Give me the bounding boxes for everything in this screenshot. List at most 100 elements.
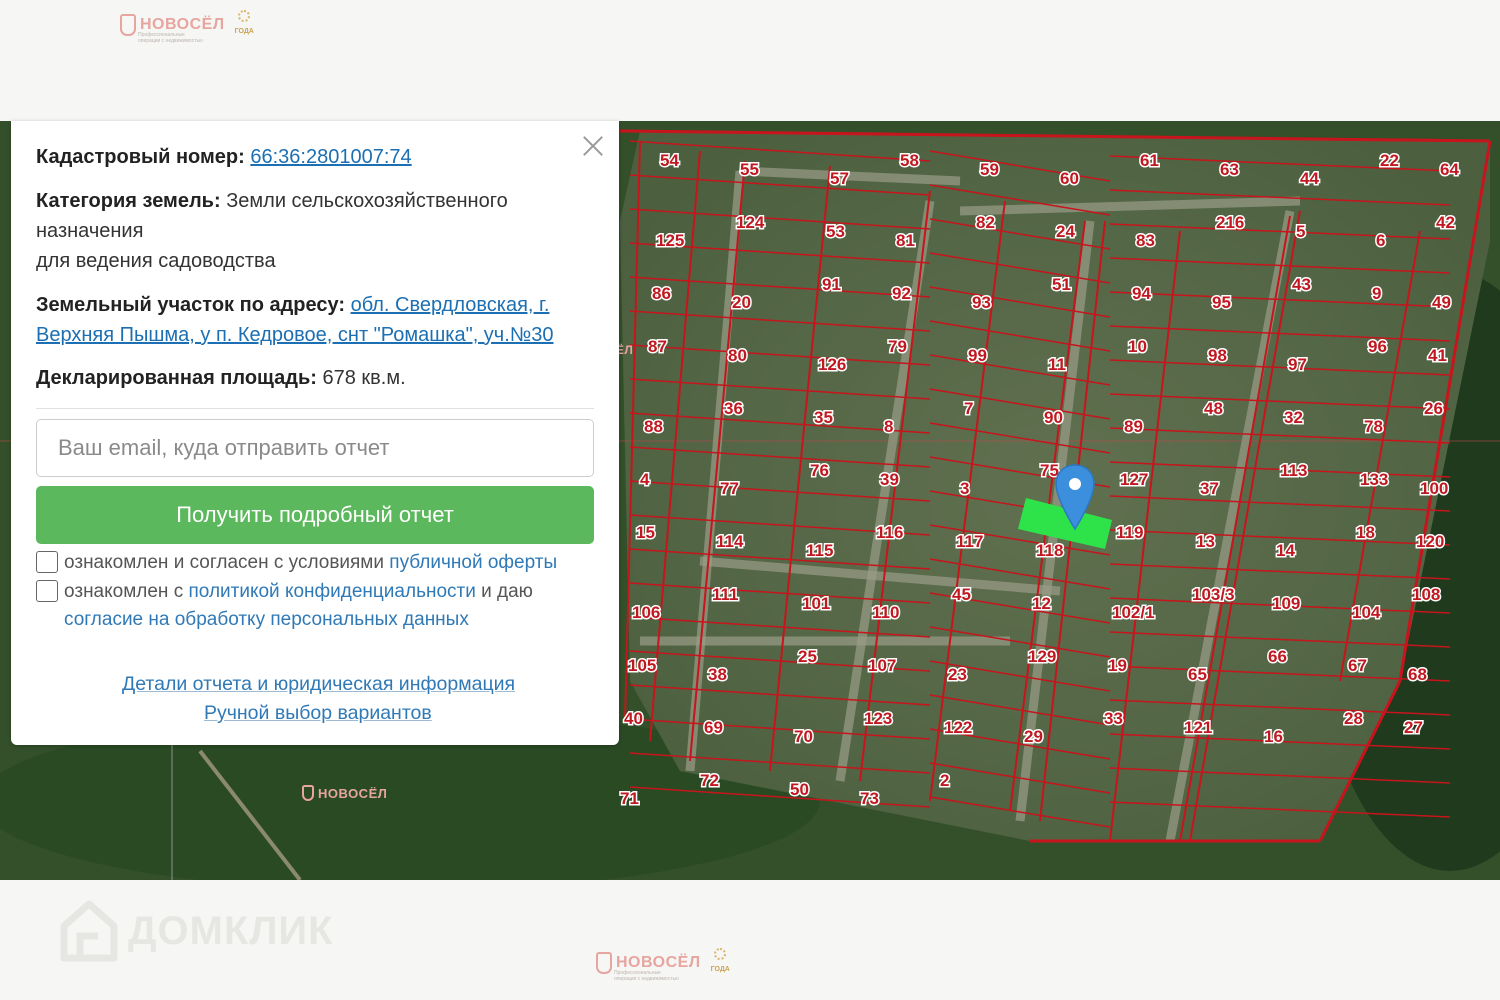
plot-number-label[interactable]: 42 — [1435, 212, 1457, 234]
plot-number-label[interactable]: 69 — [703, 717, 725, 739]
plot-number-label[interactable]: 32 — [1283, 407, 1305, 429]
address-link[interactable]: обл. Свердловская, г. — [351, 294, 550, 316]
plot-number-label[interactable]: 29 — [1023, 726, 1045, 748]
plot-number-label[interactable]: 66 — [1267, 646, 1289, 668]
plot-number-label[interactable]: 67 — [1347, 655, 1369, 677]
plot-number-label[interactable]: 35 — [813, 407, 835, 429]
plot-number-label[interactable]: 117 — [955, 531, 985, 553]
plot-number-label[interactable]: 126 — [817, 354, 848, 376]
plot-number-label[interactable]: 64 — [1439, 159, 1461, 181]
plot-number-label[interactable]: 18 — [1355, 522, 1377, 544]
plot-number-label[interactable]: 41 — [1427, 345, 1449, 367]
plot-number-label[interactable]: 6 — [1375, 230, 1387, 252]
plot-number-label[interactable]: 2 — [939, 770, 951, 792]
plot-number-label[interactable]: 23 — [947, 664, 969, 686]
plot-number-label[interactable]: 65 — [1187, 664, 1209, 686]
privacy-agree-checkbox[interactable] — [36, 580, 58, 602]
plot-number-label[interactable]: 121 — [1183, 717, 1214, 739]
plot-number-label[interactable]: 88 — [643, 416, 665, 438]
plot-number-label[interactable]: 39 — [879, 469, 901, 491]
plot-number-label[interactable]: 63 — [1219, 159, 1241, 181]
plot-number-label[interactable]: 82 — [975, 212, 997, 234]
plot-number-label[interactable]: 60 — [1059, 168, 1081, 190]
plot-number-label[interactable]: 33 — [1103, 708, 1125, 730]
plot-number-label[interactable]: 3 — [959, 478, 971, 500]
plot-number-label[interactable]: 113 — [1279, 460, 1309, 482]
plot-number-label[interactable]: 124 — [735, 212, 767, 234]
plot-number-label[interactable]: 70 — [793, 726, 815, 748]
plot-number-label[interactable]: 49 — [1431, 292, 1453, 314]
personal-data-consent-link[interactable]: согласие на обработку персональных данны… — [64, 609, 469, 630]
plot-number-label[interactable]: 102/1 — [1111, 602, 1157, 624]
plot-number-label[interactable]: 89 — [1123, 416, 1145, 438]
plot-number-label[interactable]: 38 — [707, 664, 729, 686]
plot-number-label[interactable]: 129 — [1027, 646, 1058, 668]
plot-number-label[interactable]: 55 — [739, 159, 761, 181]
plot-number-label[interactable]: 216 — [1215, 212, 1246, 234]
plot-number-label[interactable]: 95 — [1211, 292, 1233, 314]
cadastral-number-link[interactable]: 66:36:2801007:74 — [250, 146, 411, 168]
privacy-policy-link[interactable]: политикой конфиденциальности — [189, 581, 476, 602]
plot-number-label[interactable]: 24 — [1055, 221, 1077, 243]
plot-number-label[interactable]: 111 — [711, 584, 741, 606]
plot-number-label[interactable]: 81 — [895, 230, 917, 252]
plot-number-label[interactable]: 127 — [1119, 469, 1150, 491]
plot-number-label[interactable]: 93 — [971, 292, 993, 314]
plot-number-label[interactable]: 4 — [639, 469, 652, 491]
plot-number-label[interactable]: 43 — [1291, 274, 1313, 296]
plot-number-label[interactable]: 119 — [1115, 522, 1145, 544]
plot-number-label[interactable]: 10 — [1127, 336, 1149, 358]
plot-number-label[interactable]: 79 — [887, 336, 909, 358]
plot-number-label[interactable]: 37 — [1199, 478, 1221, 500]
plot-number-label[interactable]: 97 — [1287, 354, 1309, 376]
report-details-link[interactable]: Детали отчета и юридическая информация — [122, 673, 515, 696]
plot-number-label[interactable]: 91 — [821, 274, 843, 296]
plot-number-label[interactable]: 48 — [1203, 398, 1225, 420]
plot-number-label[interactable]: 73 — [859, 788, 881, 810]
plot-number-label[interactable]: 107 — [867, 655, 898, 677]
email-input[interactable] — [36, 419, 594, 477]
plot-number-label[interactable]: 115 — [805, 540, 835, 562]
plot-number-label[interactable]: 99 — [967, 345, 989, 367]
plot-number-label[interactable]: 133 — [1359, 469, 1390, 491]
plot-number-label[interactable]: 71 — [619, 788, 641, 810]
plot-number-label[interactable]: 77 — [719, 478, 741, 500]
plot-number-label[interactable]: 13 — [1195, 531, 1217, 553]
plot-number-label[interactable]: 28 — [1343, 708, 1365, 730]
plot-number-label[interactable]: 40 — [623, 708, 645, 730]
plot-number-label[interactable]: 12 — [1031, 593, 1053, 615]
plot-number-label[interactable]: 96 — [1367, 336, 1389, 358]
plot-number-label[interactable]: 68 — [1407, 664, 1429, 686]
plot-number-label[interactable]: 19 — [1107, 655, 1129, 677]
plot-number-label[interactable]: 114 — [715, 531, 746, 553]
plot-number-label[interactable]: 61 — [1139, 150, 1161, 172]
plot-number-label[interactable]: 98 — [1207, 345, 1229, 367]
plot-number-label[interactable]: 26 — [1423, 398, 1445, 420]
plot-number-label[interactable]: 5 — [1295, 221, 1307, 243]
plot-number-label[interactable]: 76 — [809, 460, 831, 482]
public-offer-link[interactable]: публичной оферты — [389, 552, 557, 573]
plot-number-label[interactable]: 7 — [963, 398, 975, 420]
plot-number-label[interactable]: 120 — [1415, 531, 1446, 553]
plot-number-label[interactable]: 118 — [1035, 540, 1065, 562]
plot-number-label[interactable]: 92 — [891, 283, 913, 305]
plot-number-label[interactable]: 50 — [789, 779, 811, 801]
plot-number-label[interactable]: 9 — [1371, 283, 1383, 305]
plot-number-label[interactable]: 109 — [1271, 593, 1302, 615]
plot-number-label[interactable]: 22 — [1379, 150, 1401, 172]
plot-number-label[interactable]: 45 — [951, 584, 973, 606]
get-report-button[interactable]: Получить подробный отчет — [36, 486, 594, 544]
plot-number-label[interactable]: 78 — [1363, 416, 1385, 438]
plot-number-label[interactable]: 105 — [627, 655, 658, 677]
plot-number-label[interactable]: 110 — [871, 602, 901, 624]
plot-number-label[interactable]: 59 — [979, 159, 1001, 181]
plot-number-label[interactable]: 104 — [1351, 602, 1383, 624]
plot-number-label[interactable]: 11 — [1047, 354, 1068, 376]
plot-number-label[interactable]: 123 — [863, 708, 894, 730]
plot-number-label[interactable]: 80 — [727, 345, 749, 367]
plot-number-label[interactable]: 57 — [829, 168, 851, 190]
plot-number-label[interactable]: 25 — [797, 646, 819, 668]
plot-number-label[interactable]: 94 — [1131, 283, 1153, 305]
plot-number-label[interactable]: 83 — [1135, 230, 1157, 252]
plot-number-label[interactable]: 27 — [1403, 717, 1425, 739]
